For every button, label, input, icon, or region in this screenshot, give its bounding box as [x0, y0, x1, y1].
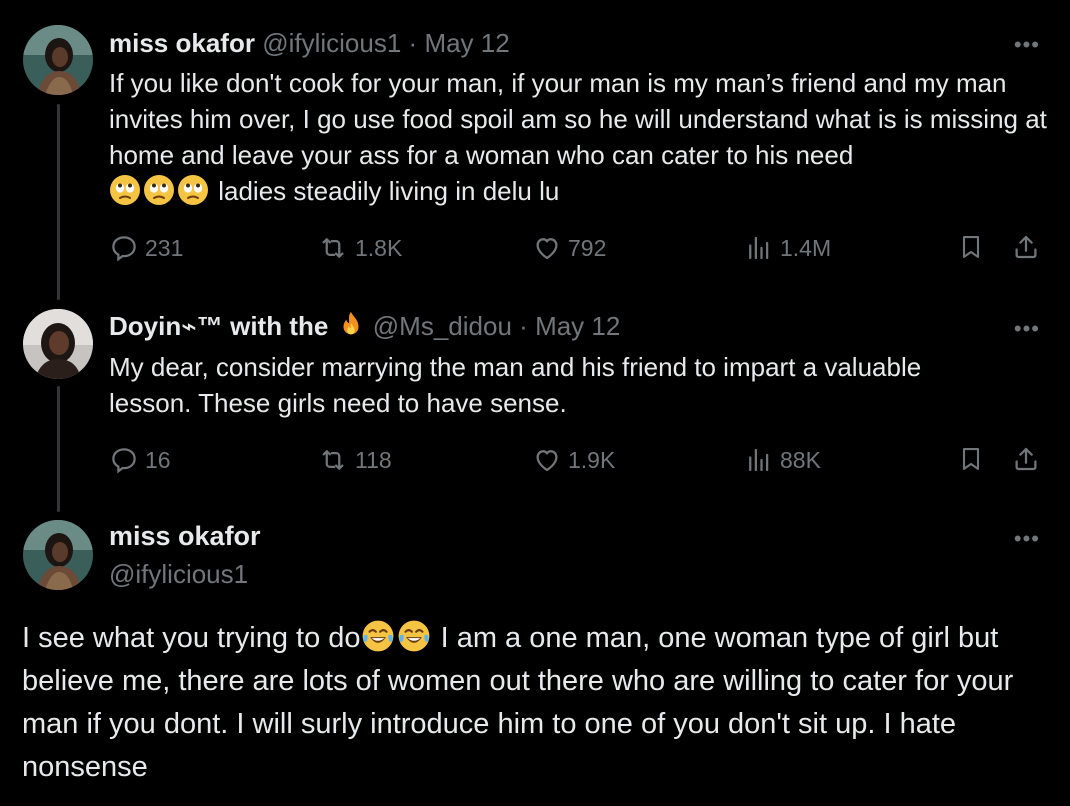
share-button[interactable]: [1011, 444, 1047, 474]
views-count: 1.4M: [780, 235, 832, 261]
tweet-text: My dear, consider marrying the man and h…: [109, 352, 922, 418]
tears-of-joy-emoji-icon: [397, 619, 431, 653]
share-icon: [1015, 235, 1037, 259]
views-icon: [749, 236, 769, 260]
like-count: 792: [568, 235, 607, 261]
more-options-button[interactable]: •••: [1014, 34, 1040, 56]
like-button[interactable]: 1.9K: [532, 444, 615, 476]
retweet-button[interactable]: 1.8K: [317, 232, 402, 264]
retweet-button[interactable]: 118: [317, 444, 392, 476]
author-name[interactable]: miss okafor: [109, 28, 255, 58]
tweet-header: miss okafor @ifylicious1 · May 12: [109, 27, 510, 59]
thread-line-1: [57, 104, 60, 300]
retweet-icon: [322, 450, 344, 470]
tweet-text: I see what you trying to do I am a one m…: [22, 617, 1052, 789]
author-handle[interactable]: @ifylicious1: [262, 28, 401, 58]
heart-icon: [536, 238, 558, 260]
more-options-button[interactable]: •••: [1014, 318, 1040, 340]
tweet-text: If you like don't cook for your man, if …: [109, 65, 1054, 209]
tweet-actions: 16 118 1.9K 88K: [109, 444, 1044, 476]
tears-of-joy-emoji-icon: [361, 619, 395, 653]
rolling-eyes-emoji-icon: [177, 174, 209, 206]
share-icon: [1015, 447, 1037, 471]
bookmark-button[interactable]: [957, 444, 991, 474]
views-count: 88K: [780, 447, 821, 473]
separator-dot: ·: [519, 311, 528, 341]
retweet-count: 118: [355, 447, 392, 473]
author-handle[interactable]: @Ms_didou: [373, 311, 512, 341]
like-button[interactable]: 792: [532, 232, 606, 264]
tweet-date[interactable]: May 12: [535, 311, 620, 341]
separator-dot: ·: [408, 28, 418, 58]
thread-line-2: [57, 386, 60, 512]
fire-emoji-icon: [336, 310, 366, 340]
views-icon: [749, 448, 769, 472]
avatar[interactable]: [23, 309, 93, 379]
rolling-eyes-emoji-icon: [143, 174, 175, 206]
avatar[interactable]: [23, 520, 93, 590]
bookmark-button[interactable]: [957, 232, 991, 262]
share-button[interactable]: [1011, 232, 1047, 262]
retweet-count: 1.8K: [355, 235, 403, 261]
tweet-actions: 231 1.8K 792 1.4M: [109, 232, 1044, 264]
views-button[interactable]: 1.4M: [744, 232, 831, 264]
heart-icon: [536, 450, 558, 472]
tweet-text-tail: ladies steadily living in delu lu: [211, 176, 560, 206]
author-name[interactable]: miss okafor: [109, 521, 261, 552]
reply-count: 231: [145, 235, 184, 261]
reply-button[interactable]: 16: [109, 444, 171, 476]
rolling-eyes-emoji-icon: [109, 174, 141, 206]
reply-icon: [112, 448, 136, 474]
more-options-button[interactable]: •••: [1014, 528, 1040, 550]
reply-icon: [112, 236, 136, 262]
tweet-text-start: I see what you trying to do: [22, 622, 361, 654]
tweet-header: Doyin⌁™ with the @Ms_didou · May 12: [109, 310, 620, 342]
bookmark-icon: [962, 236, 980, 258]
reply-button[interactable]: 231: [109, 232, 183, 264]
avatar[interactable]: [23, 25, 93, 95]
tweet-date[interactable]: May 12: [424, 28, 509, 58]
retweet-icon: [322, 238, 344, 258]
views-button[interactable]: 88K: [744, 444, 821, 476]
tweet-text-main: If you like don't cook for your man, if …: [109, 68, 1047, 170]
like-count: 1.9K: [568, 447, 616, 473]
author-name[interactable]: Doyin⌁™ with the: [109, 311, 328, 341]
bookmark-icon: [962, 448, 980, 470]
author-handle[interactable]: @ifylicious1: [109, 559, 248, 590]
reply-count: 16: [145, 447, 171, 473]
